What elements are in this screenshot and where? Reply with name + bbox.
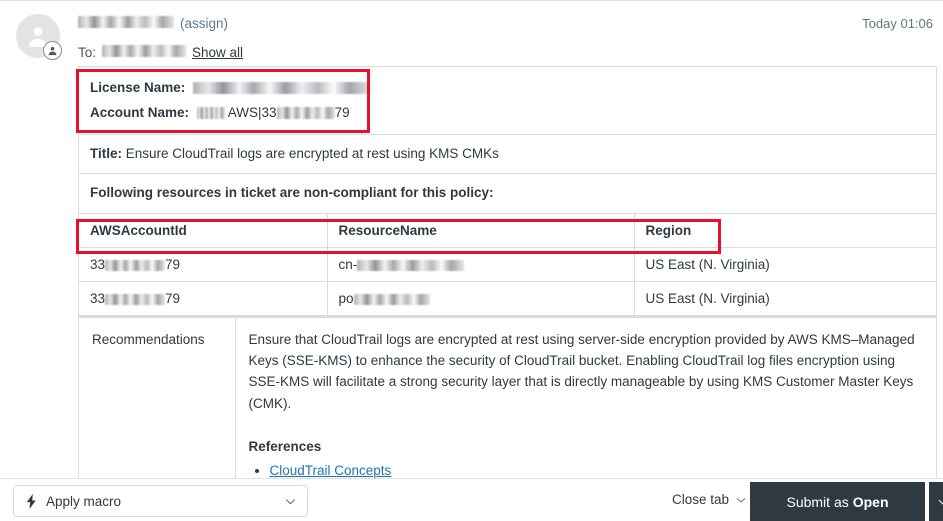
chevron-down-icon <box>284 495 297 508</box>
submit-dropdown-button[interactable] <box>929 482 943 521</box>
license-name-label: License Name: <box>90 80 186 95</box>
table-row: 33 79 po US East (N. Virginia) <box>79 280 936 316</box>
cloudtrail-concepts-link[interactable]: CloudTrail Concepts <box>270 463 392 478</box>
cell-account-id: 33 79 <box>79 280 328 316</box>
column-header-resource-name: ResourceName <box>326 213 635 248</box>
message-timestamp: Today 01:06 <box>862 16 933 31</box>
account-id-middle-redacted <box>276 107 335 119</box>
ticket-message-view: (assign) To: Show all Today 01:06 Licens… <box>0 0 943 521</box>
account-id-redacted <box>105 259 166 271</box>
table-header-row: AWSAccountId ResourceName Region <box>79 213 936 248</box>
message-header: (assign) To: Show all Today 01:06 <box>0 4 943 66</box>
show-all-link[interactable]: Show all <box>192 45 243 60</box>
recommendations-entry: Recommendations Ensure that CloudTrail l… <box>79 316 936 494</box>
close-tab-button[interactable]: Close tab <box>672 492 747 507</box>
resource-name-redacted <box>353 293 430 305</box>
cell-account-id: 33 79 <box>79 246 328 282</box>
recommendations-text: Ensure that CloudTrail logs are encrypte… <box>248 331 915 411</box>
account-name-line: Account Name: AWS|33 79 <box>90 103 925 123</box>
assign-link[interactable]: (assign) <box>180 16 228 31</box>
noncompliant-row: Following resources in ticket are non-co… <box>79 174 936 214</box>
license-name-line: License Name: <box>90 78 925 98</box>
cell-region: US East (N. Virginia) <box>633 246 936 282</box>
account-name-value: AWS|33 <box>227 104 277 120</box>
chevron-down-icon <box>937 496 943 508</box>
title-row: Title: Ensure CloudTrail logs are encryp… <box>79 135 936 175</box>
resources-table: AWSAccountId ResourceName Region 33 79 cn… <box>79 213 936 316</box>
ticket-content: License Name: Account Name: AWS|33 79 Tit… <box>78 66 937 494</box>
resources-table-row: AWSAccountId ResourceName Region 33 79 cn… <box>79 213 936 317</box>
column-header-region: Region <box>633 213 936 248</box>
table-row: 33 79 cn- US East (N. Virginia) <box>79 246 936 282</box>
license-name-value-redacted <box>193 82 372 95</box>
submit-prefix-label: Submit as <box>786 493 849 510</box>
avatar <box>16 14 64 62</box>
references-heading: References <box>248 438 322 454</box>
recommendations-body-cell: Ensure that CloudTrail logs are encrypte… <box>234 316 936 494</box>
recommendations-table: Recommendations Ensure that CloudTrail l… <box>79 316 936 494</box>
noncompliant-text: Following resources in ticket are non-co… <box>90 185 494 201</box>
title-label: Title: <box>90 146 123 162</box>
title-value: Ensure CloudTrail logs are encrypted at … <box>125 146 499 162</box>
apply-macro-select[interactable]: Apply macro <box>13 485 308 517</box>
sender-name-redacted <box>78 16 174 28</box>
chevron-down-icon <box>735 494 747 506</box>
recipient-name-redacted <box>102 45 187 57</box>
to-label: To: <box>78 45 97 60</box>
recommendations-row: Recommendations Ensure that CloudTrail l… <box>79 316 936 494</box>
recipient-line: To: Show all <box>78 45 243 60</box>
lightning-bolt-icon <box>26 493 37 509</box>
cell-resource-name: cn- <box>326 246 635 282</box>
recommendations-label: Recommendations <box>79 316 236 494</box>
account-name-suffix: 79 <box>334 104 350 120</box>
apply-macro-label: Apply macro <box>46 493 122 509</box>
license-account-block: License Name: Account Name: AWS|33 79 <box>79 67 936 136</box>
column-header-account-id: AWSAccountId <box>79 213 328 248</box>
account-name-prefix-redacted <box>196 107 225 119</box>
account-id-redacted <box>105 293 166 305</box>
submit-status-label: Open <box>852 493 889 510</box>
account-name-label: Account Name: <box>90 104 190 120</box>
user-badge-icon <box>43 41 62 60</box>
submit-button[interactable]: Submit as Open <box>750 482 925 521</box>
cell-resource-name: po <box>326 280 635 316</box>
cell-region: US East (N. Virginia) <box>633 280 936 316</box>
sender-line: (assign) <box>78 16 228 31</box>
close-tab-label: Close tab <box>671 492 729 507</box>
top-divider <box>0 0 943 1</box>
resource-name-redacted <box>357 259 465 271</box>
